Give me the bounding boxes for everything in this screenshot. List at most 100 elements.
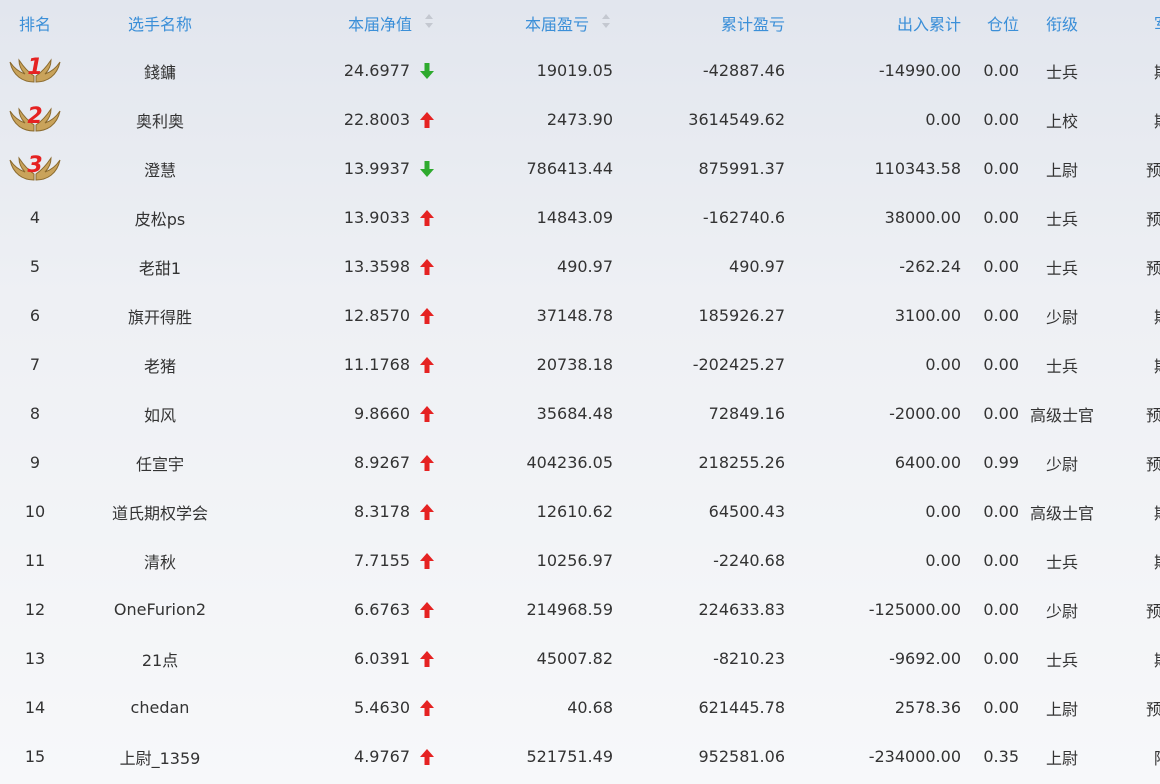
cumulative-cell: 3614549.62 [619, 95, 791, 144]
branch-cell: 期权 [1105, 634, 1160, 683]
branch-cell: 期权 [1105, 536, 1160, 585]
player-name[interactable]: 皮松ps [70, 193, 250, 242]
position-cell: 0.00 [983, 159, 1019, 178]
cumulative-cell: -162740.6 [619, 193, 791, 242]
nav-cell: 4.9767 [250, 732, 446, 781]
nav-cell: 8.9267 [250, 438, 446, 487]
profit-cell: 786413.44 [446, 144, 619, 193]
player-name[interactable]: 道氏期权学会 [70, 487, 250, 536]
arrow-up-icon [410, 209, 446, 226]
rank-cell: 14 [24, 698, 46, 717]
table-row[interactable]: 11 清秋 7.7155 10256.97 -2240.68 0.00 0.00 士兵 期权 [0, 536, 1160, 585]
flow-cell: -9692.00 [889, 649, 961, 668]
arrow-up-icon [410, 307, 446, 324]
profit-value: 35684.48 [536, 404, 613, 423]
position-cell: 0.00 [983, 257, 1019, 276]
player-name[interactable]: OneFurion2 [70, 585, 250, 634]
cumulative-cell: -8210.23 [619, 634, 791, 683]
player-name[interactable]: chedan [70, 683, 250, 732]
nav-cell: 5.4630 [250, 683, 446, 732]
cumulative-cell: 490.97 [619, 242, 791, 291]
arrow-up-icon [410, 258, 446, 275]
table-row[interactable]: 6 旗开得胜 12.8570 37148.78 185926.27 3100.00 0.00… [0, 291, 1160, 340]
table-row[interactable]: 12 OneFurion2 6.6763 214968.59 224633.83 -125… [0, 585, 1160, 634]
cumulative-value: 875991.37 [698, 159, 785, 178]
rank-cell: 2 [0, 95, 70, 144]
table-row[interactable]: 3 澄慧 13.9937 786413.44 875991.37 110343.58 0.0… [0, 144, 1160, 193]
player-name[interactable]: 老甜1 [70, 242, 250, 291]
nav-cell: 6.0391 [250, 634, 446, 683]
flow-cell: 0.00 [925, 502, 961, 521]
branch-cell: 预备役 [1145, 405, 1160, 425]
table-row[interactable]: 2 奥利奥 22.8003 2473.90 3614549.62 0.00 0.00 上校 期权 [0, 95, 1160, 144]
cumulative-value: -2240.68 [713, 551, 785, 570]
table-row[interactable]: 8 如风 9.8660 35684.48 72849.16 -2000.00 0.00 高级士… [0, 389, 1160, 438]
nav-cell: 11.1768 [250, 340, 446, 389]
header-name: 选手名称 [127, 15, 192, 34]
arrow-down-icon [410, 160, 446, 177]
player-name[interactable]: 老猪 [70, 340, 250, 389]
table-row[interactable]: 14 chedan 5.4630 40.68 621445.78 2578.36 0.00 上… [0, 683, 1160, 732]
table-row[interactable]: 9 任宣宇 8.9267 404236.05 218255.26 6400.00 0.99 少… [0, 438, 1160, 487]
flow-cell: 0.00 [925, 355, 961, 374]
table-row[interactable]: 10 道氏期权学会 8.3178 12610.62 64500.43 0.00 0.00 高级… [0, 487, 1160, 536]
profit-cell: 2473.90 [446, 95, 619, 144]
table-row[interactable]: 5 老甜1 13.3598 490.97 490.97 -262.24 0.00 士兵 预备役 [0, 242, 1160, 291]
header-nav[interactable]: 本届净值 [250, 0, 446, 46]
header-profit[interactable]: 本届盈亏 [446, 0, 619, 46]
table-row[interactable]: 1 錢鏞 24.6977 19019.05 -42887.46 -14990.00 0.00… [0, 46, 1160, 95]
table-row[interactable]: 4 皮松ps 13.9033 14843.09 -162740.6 38000.00 0.0… [0, 193, 1160, 242]
cumulative-cell: 64500.43 [619, 487, 791, 536]
flow-cell: 110343.58 [874, 159, 961, 178]
profit-cell: 35684.48 [446, 389, 619, 438]
rank-number: 3 [27, 152, 43, 178]
level-cell: 高级士官 [1029, 503, 1094, 523]
player-name[interactable]: 任宣宇 [70, 438, 250, 487]
branch-cell: 期权 [1105, 291, 1160, 340]
arrow-up-icon [410, 454, 446, 471]
sort-icon[interactable] [424, 13, 434, 33]
sort-icon[interactable] [601, 13, 611, 33]
flow-cell: 6400.00 [894, 453, 961, 472]
cumulative-value: 224633.83 [698, 600, 785, 619]
level-cell: 少尉 [1045, 307, 1078, 327]
flow-cell: -125000.00 [868, 600, 961, 619]
player-name[interactable]: 錢鏞 [70, 46, 250, 95]
table-row[interactable]: 15 上尉_1359 4.9767 521751.49 952581.06 -234000… [0, 732, 1160, 781]
cumulative-value: 3614549.62 [688, 110, 785, 129]
cumulative-value: 64500.43 [708, 502, 785, 521]
profit-cell: 404236.05 [446, 438, 619, 487]
rank-cell: 1 [0, 46, 70, 95]
table-row[interactable]: 7 老猪 11.1768 20738.18 -202425.27 0.00 0.00 士兵 期权 [0, 340, 1160, 389]
profit-value: 521751.49 [526, 747, 613, 766]
nav-cell: 24.6977 [250, 46, 446, 95]
player-name[interactable]: 如风 [70, 389, 250, 438]
rank-cell: 3 [0, 144, 70, 193]
player-name[interactable]: 澄慧 [70, 144, 250, 193]
player-name[interactable]: 上尉_1359 [70, 732, 250, 781]
profit-value: 19019.05 [536, 61, 613, 80]
player-name[interactable]: 奥利奥 [70, 95, 250, 144]
nav-value: 6.0391 [354, 649, 410, 668]
profit-cell: 14843.09 [446, 193, 619, 242]
profit-cell: 40.68 [446, 683, 619, 732]
cumulative-cell: 875991.37 [619, 144, 791, 193]
level-cell: 上尉 [1045, 748, 1078, 768]
branch-cell: 期权 [1105, 340, 1160, 389]
nav-value: 12.8570 [343, 306, 410, 325]
cumulative-value: 490.97 [729, 257, 785, 276]
table-row[interactable]: 13 21点 6.0391 45007.82 -8210.23 -9692.00 0.00 士… [0, 634, 1160, 683]
branch-cell: 预备役 [1145, 209, 1160, 229]
branch-cell: 预备役 [1145, 258, 1160, 278]
header-level: 衔级 [1045, 15, 1078, 34]
nav-cell: 12.8570 [250, 291, 446, 340]
level-cell: 士兵 [1045, 209, 1078, 229]
player-name[interactable]: 21点 [70, 634, 250, 683]
level-cell: 高级士官 [1029, 405, 1094, 425]
cumulative-cell: 218255.26 [619, 438, 791, 487]
branch-cell: 预备役 [1145, 160, 1160, 180]
flow-cell: 3100.00 [894, 306, 961, 325]
header-position: 仓位 [986, 15, 1019, 34]
player-name[interactable]: 旗开得胜 [70, 291, 250, 340]
player-name[interactable]: 清秋 [70, 536, 250, 585]
